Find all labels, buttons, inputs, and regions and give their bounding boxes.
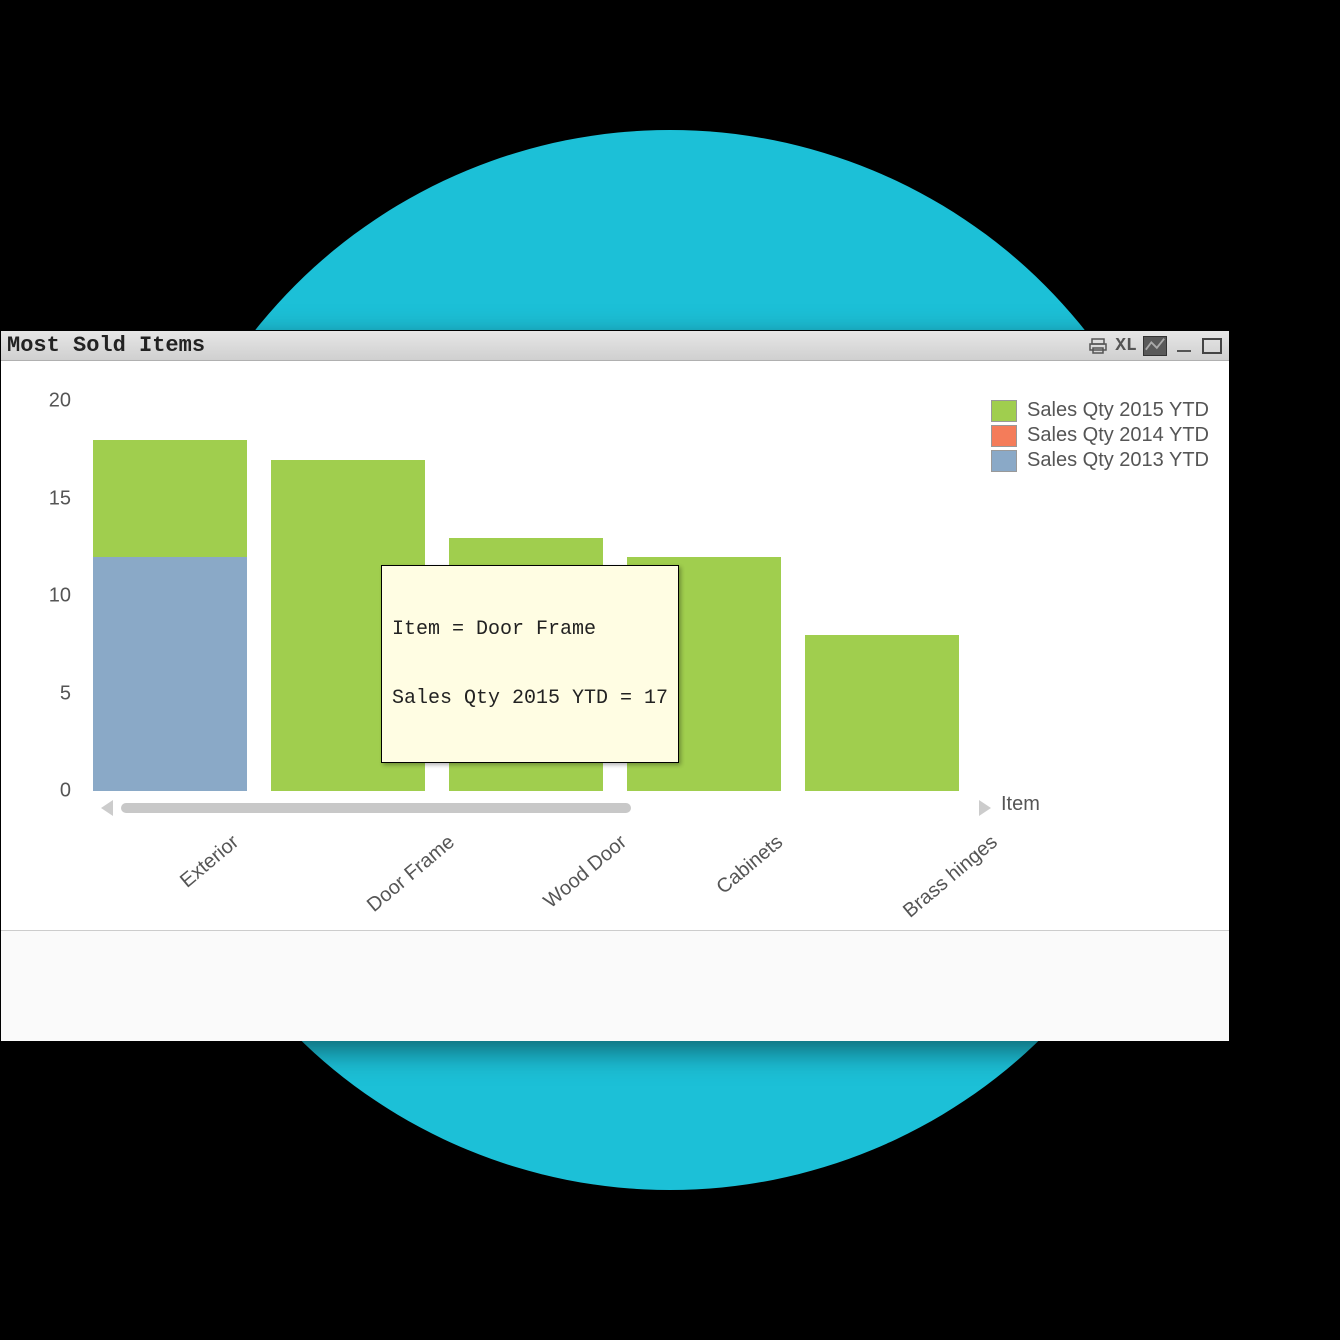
y-tick: 0 xyxy=(31,780,71,803)
y-tick: 20 xyxy=(31,390,71,413)
minimize-icon[interactable] xyxy=(1173,336,1195,356)
legend-swatch xyxy=(991,425,1017,447)
window-titlebar: Most Sold Items XL xyxy=(1,331,1229,361)
legend-item[interactable]: Sales Qty 2013 YTD xyxy=(991,449,1209,472)
scroll-left-icon[interactable] xyxy=(101,800,113,816)
tooltip-line-1: Item = Door Frame xyxy=(392,618,668,641)
chart-scrollbar[interactable] xyxy=(101,801,991,815)
legend-item[interactable]: Sales Qty 2014 YTD xyxy=(991,424,1209,447)
y-axis-ticks: 05101520 xyxy=(31,401,71,791)
y-tick: 5 xyxy=(31,682,71,705)
legend-label: Sales Qty 2015 YTD xyxy=(1027,399,1209,422)
y-tick: 15 xyxy=(31,487,71,510)
chart-tooltip: Item = Door Frame Sales Qty 2015 YTD = 1… xyxy=(381,565,679,763)
bar-segment[interactable] xyxy=(93,557,247,791)
xl-icon[interactable]: XL xyxy=(1115,336,1137,356)
print-icon[interactable] xyxy=(1087,336,1109,356)
window-title: Most Sold Items xyxy=(7,333,205,358)
x-axis-label: Item xyxy=(1001,793,1040,816)
x-axis-tick-labels: ExteriorDoor FrameWood DoorCabinetsBrass… xyxy=(81,821,971,931)
tooltip-line-2: Sales Qty 2015 YTD = 17 xyxy=(392,687,668,710)
legend-label: Sales Qty 2013 YTD xyxy=(1027,449,1209,472)
legend-swatch xyxy=(991,400,1017,422)
chart-type-icon[interactable] xyxy=(1143,336,1167,356)
chart-window: Most Sold Items XL 0 5 10 15 20 xyxy=(0,330,1230,1040)
scroll-thumb[interactable] xyxy=(121,803,631,813)
legend-item[interactable]: Sales Qty 2015 YTD xyxy=(991,399,1209,422)
scroll-right-icon[interactable] xyxy=(979,800,991,816)
x-tick-label: Wood Door xyxy=(540,831,632,913)
window-toolbar: XL xyxy=(1087,336,1223,356)
x-tick-label: Exterior xyxy=(176,831,244,893)
bar-segment[interactable] xyxy=(805,635,959,791)
window-footer xyxy=(1,931,1229,1041)
legend-label: Sales Qty 2014 YTD xyxy=(1027,424,1209,447)
legend-swatch xyxy=(991,450,1017,472)
x-tick-label: Cabinets xyxy=(712,831,787,899)
x-tick-label: Door Frame xyxy=(363,831,460,917)
y-tick: 10 xyxy=(31,585,71,608)
chart-legend: Sales Qty 2015 YTDSales Qty 2014 YTDSale… xyxy=(991,399,1209,474)
x-tick-label: Brass hinges xyxy=(899,831,1002,923)
maximize-icon[interactable] xyxy=(1201,336,1223,356)
chart-area: 0 5 10 15 20 Item Exterior Door Frame Wood Doo… xyxy=(1,361,1229,931)
bar-segment[interactable] xyxy=(93,440,247,557)
